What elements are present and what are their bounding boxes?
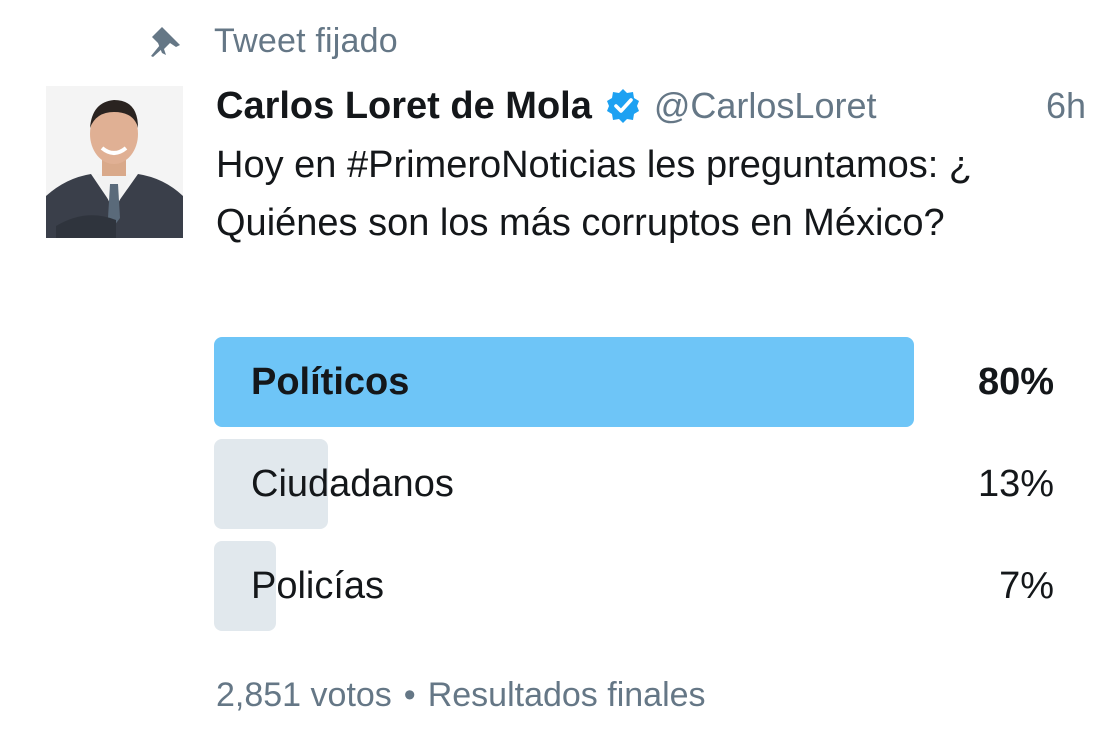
poll-footer-separator: • xyxy=(403,675,416,714)
author-name[interactable]: Carlos Loret de Mola xyxy=(216,85,592,128)
poll-status: Resultados finales xyxy=(427,675,706,714)
poll-option-label: Policías xyxy=(251,565,385,607)
verified-badge-icon xyxy=(604,87,642,125)
poll-option-policias: Policías 7% xyxy=(214,541,1056,631)
poll-option-label: Políticos xyxy=(251,361,410,403)
pinned-label: Tweet fijado xyxy=(214,21,398,60)
avatar[interactable] xyxy=(46,86,183,238)
poll-option-percent: 13% xyxy=(977,463,1054,505)
tweet-header: Carlos Loret de Mola @CarlosLoret 6h xyxy=(216,78,1096,134)
author-handle[interactable]: @CarlosLoret xyxy=(654,85,877,127)
poll-option-label: Ciudadanos xyxy=(251,463,454,505)
poll-option-politicos: Políticos 80% xyxy=(214,337,1056,427)
pin-icon xyxy=(148,23,184,59)
pinned-indicator: Tweet fijado xyxy=(148,18,398,64)
poll-option-ciudadanos: Ciudadanos 13% xyxy=(214,439,1056,529)
tweet-text: Hoy en #PrimeroNoticias les preguntamos:… xyxy=(216,144,973,244)
tweet-timestamp[interactable]: 6h xyxy=(1046,85,1086,127)
poll-footer: 2,851 votos • Resultados finales xyxy=(216,670,706,720)
poll-option-percent: 80% xyxy=(977,361,1054,403)
poll-option-percent: 7% xyxy=(999,565,1054,607)
poll-vote-count: 2,851 votos xyxy=(216,675,392,714)
